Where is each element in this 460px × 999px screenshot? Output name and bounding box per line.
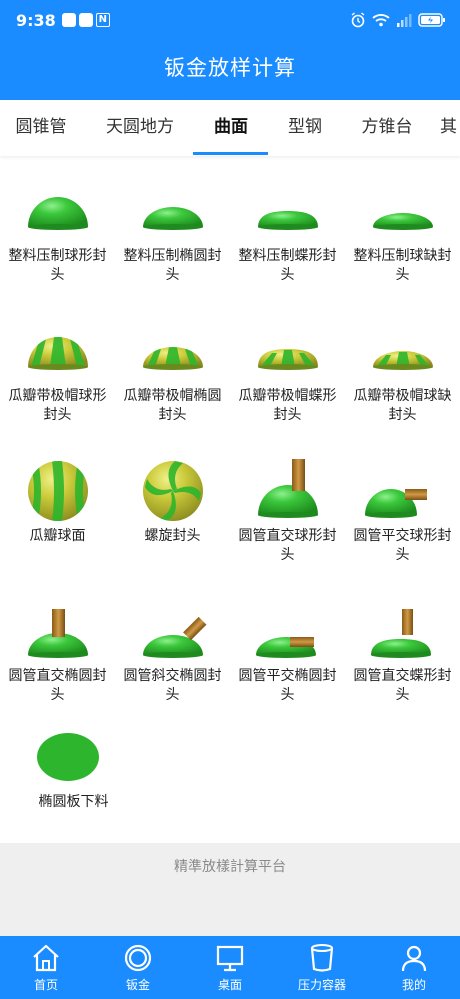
dome-segment-icon [373,213,433,230]
pipe-oblique-ellipsoidal-icon [143,616,207,658]
page-title: 钣金放样计算 [164,56,296,80]
item-spiral-head[interactable]: 螺旋封头 [115,455,230,585]
active-tab-indicator [193,152,268,155]
item-pipe-vertical-hemisphere-head[interactable]: 圆管直交球形封头 [230,455,345,585]
nav-label: 钣金 [125,978,150,992]
wifi-icon [372,14,390,27]
item-label: 整料压制椭圆封头 [123,248,222,283]
nav-desktop[interactable]: 桌面 [184,936,276,999]
tab-cone-pipe[interactable]: 圆锥管 [0,100,82,156]
pipe-horizontal-hemisphere-icon [365,489,427,518]
item-label: 圆管直交蝶形封头 [353,668,452,703]
monitor-icon [216,945,244,972]
nav-label: 首页 [33,978,58,992]
item-petal-ellipsoidal-head[interactable]: 瓜瓣带极帽椭圆封头 [115,315,230,445]
dome-ellipsoidal-icon [143,207,203,230]
item-label: 瓜瓣带极帽椭圆封头 [123,388,222,423]
item-pressed-hemisphere-head[interactable]: 整料压制球形封头 [0,175,115,305]
item-pipe-vertical-dished-head[interactable]: 圆管直交蝶形封头 [345,595,460,725]
home-icon [33,944,59,972]
tab-square-frustum[interactable]: 方锥台 [352,100,422,156]
signal-icon [397,14,412,27]
petal-hemisphere-icon [28,337,88,370]
nav-label: 我的 [401,978,426,992]
item-label: 瓜瓣带极帽蝶形封头 [238,388,337,423]
app-header: 9:38 N 钣金放样计算 [0,0,460,100]
dome-dished-icon [258,211,318,230]
item-label: 瓜瓣球面 [29,528,86,544]
nfc-icon: N [95,13,110,27]
tab-round-to-square[interactable]: 天圆地方 [100,100,180,156]
item-ellipse-plate-blank[interactable]: 椭圆板下料 [0,727,115,857]
pipe-horizontal-ellipsoidal-icon [256,637,316,658]
petal-ellipsoidal-icon [143,347,203,370]
item-label: 瓜瓣带极帽球形封头 [8,388,107,423]
spiral-head-icon [143,461,203,521]
nav-label: 桌面 [217,978,242,992]
tab-curved-surface[interactable]: 曲面 [200,100,262,156]
notification-app-icon-2 [78,13,93,27]
petal-sphere-icon [28,461,88,521]
tab-other[interactable]: 其 [440,100,460,156]
platform-slogan: 精準放樣計算平台 [174,859,286,875]
sheet-metal-icon [124,944,152,972]
item-label: 整料压制球缺封头 [353,248,452,283]
category-tabs: 圆锥管 天圆地方 曲面 型钢 方锥台 其 [0,100,460,156]
alarm-icon [351,12,365,28]
pipe-vertical-hemisphere-icon [258,459,318,518]
item-label: 圆管平交椭圆封头 [238,668,337,703]
item-pressed-dished-head[interactable]: 整料压制蝶形封头 [230,175,345,305]
item-label: 螺旋封头 [144,528,201,544]
item-pipe-vertical-ellipsoidal-head[interactable]: 圆管直交椭圆封头 [0,595,115,725]
nav-sheet-metal[interactable]: 钣金 [92,936,184,999]
item-petal-hemisphere-head[interactable]: 瓜瓣带极帽球形封头 [0,315,115,445]
nav-home[interactable]: 首页 [0,936,92,999]
status-bar: 9:38 N [0,0,460,40]
nav-pressure-vessel[interactable]: 压力容器 [276,936,368,999]
item-label: 整料压制蝶形封头 [238,248,337,283]
notification-app-icon [61,13,76,27]
user-icon [401,945,427,972]
status-app-icons: N [61,13,110,27]
battery-charging-icon [418,13,445,27]
item-pipe-oblique-ellipsoidal-head[interactable]: 圆管斜交椭圆封头 [115,595,230,725]
item-petal-dished-head[interactable]: 瓜瓣带极帽蝶形封头 [230,315,345,445]
item-label: 圆管直交椭圆封头 [8,668,107,703]
container-icon [310,944,334,972]
item-label: 椭圆板下料 [38,794,109,810]
tab-section-steel[interactable]: 型钢 [276,100,334,156]
pipe-vertical-dished-icon [371,609,431,658]
status-indicators [350,12,446,28]
item-label: 圆管平交球形封头 [353,528,452,563]
item-label: 圆管直交球形封头 [238,528,337,563]
item-pipe-horizontal-ellipsoidal-head[interactable]: 圆管平交椭圆封头 [230,595,345,725]
item-label: 圆管斜交椭圆封头 [123,668,222,703]
item-label: 瓜瓣带极帽球缺封头 [353,388,452,423]
bottom-navigation: 首页 钣金 桌面 压力容器 我的 [0,936,460,999]
platform-footer: 精準放樣計算平台 [0,843,460,936]
item-petal-sphere[interactable]: 瓜瓣球面 [0,455,115,585]
item-pressed-ellipsoidal-head[interactable]: 整料压制椭圆封头 [115,175,230,305]
item-label: 整料压制球形封头 [8,248,107,283]
petal-segment-icon [373,351,433,370]
ellipse-plate-icon [37,733,99,781]
nav-label: 压力容器 [297,978,346,992]
item-petal-segment-head[interactable]: 瓜瓣带极帽球缺封头 [345,315,460,445]
petal-dished-icon [258,349,318,370]
item-pressed-segment-head[interactable]: 整料压制球缺封头 [345,175,460,305]
nav-profile[interactable]: 我的 [368,936,460,999]
pipe-vertical-ellipsoidal-icon [28,609,88,658]
item-pipe-horizontal-hemisphere-head[interactable]: 圆管平交球形封头 [345,455,460,585]
status-time: 9:38 [16,10,56,30]
dome-hemisphere-icon [28,197,88,230]
